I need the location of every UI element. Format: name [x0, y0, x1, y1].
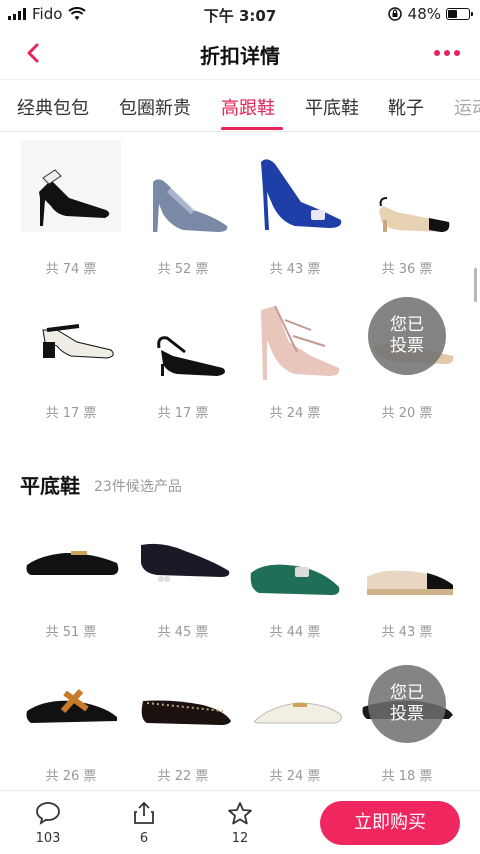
product-item[interactable]: [15, 140, 127, 232]
voted-badge-line2: 投票: [390, 704, 424, 724]
more-dot-icon: [444, 50, 450, 56]
vote-count: 共 20 票: [381, 406, 433, 421]
product-item[interactable]: [15, 290, 127, 382]
two-tone-slingback-icon: [357, 140, 457, 232]
studded-pump-icon: [245, 290, 345, 382]
velvet-slipper-icon: [133, 515, 233, 607]
voted-badge-line1: 您已: [390, 683, 424, 703]
espadrille-icon: [357, 515, 457, 607]
block-heel-slingback-icon: [21, 290, 121, 382]
product-item[interactable]: [127, 290, 239, 382]
bottom-action-bar: 103 6 12 立即购买: [0, 790, 480, 854]
slingback-heel-icon: [21, 140, 121, 232]
vote-count: 共 24 票: [269, 406, 321, 421]
vote-count: 共 44 票: [269, 625, 321, 640]
vote-count: 共 52 票: [157, 262, 209, 277]
vote-count: 共 26 票: [45, 769, 97, 784]
vote-count: 共 36 票: [381, 262, 433, 277]
vote-count: 共 22 票: [157, 769, 209, 784]
page-title: 折扣详情: [200, 44, 280, 68]
product-item[interactable]: [127, 515, 239, 607]
product-item[interactable]: [239, 515, 351, 607]
more-button[interactable]: [432, 38, 462, 68]
comment-icon: [36, 802, 60, 825]
product-item[interactable]: 您已 投票: [351, 663, 463, 755]
comment-count: 103: [35, 831, 61, 846]
category-tabs: 经典包包 包圈新贵 高跟鞋 平底鞋 靴子 运动: [0, 80, 480, 132]
battery-icon: [446, 8, 473, 20]
active-tab-indicator: [221, 127, 283, 130]
vote-count: 共 43 票: [381, 625, 433, 640]
blue-satin-pump-icon: [245, 140, 345, 232]
white-horsebit-mule-icon: [245, 663, 345, 755]
tab-sports[interactable]: 运动: [454, 94, 480, 120]
tab-classic-bags[interactable]: 经典包包: [17, 94, 89, 120]
product-item[interactable]: [351, 515, 463, 607]
horsebit-loafer-icon: [21, 515, 121, 607]
tab-boots[interactable]: 靴子: [388, 94, 424, 120]
status-right: 48%: [387, 5, 473, 23]
voted-badge-line2: 投票: [390, 336, 424, 356]
tab-flats[interactable]: 平底鞋: [305, 94, 359, 120]
vote-count: 共 45 票: [157, 625, 209, 640]
share-button[interactable]: 6: [124, 801, 164, 846]
voted-badge: 您已 投票: [368, 665, 446, 743]
glitter-pump-icon: [133, 140, 233, 238]
share-icon: [134, 801, 154, 824]
vote-count: 共 17 票: [157, 406, 209, 421]
tan-mule-icon: [21, 663, 121, 755]
vote-count: 共 24 票: [269, 769, 321, 784]
studded-ballet-flat-icon: [133, 663, 233, 755]
scrollbar[interactable]: [474, 268, 477, 302]
vote-count: 共 43 票: [269, 262, 321, 277]
star-icon: [228, 802, 252, 825]
product-item[interactable]: [15, 663, 127, 755]
section-subtitle: 23件候选产品: [94, 479, 182, 495]
product-item[interactable]: 您已 投票: [351, 290, 463, 382]
status-bar: Fido 下午 3:07 48%: [0, 0, 480, 28]
product-item[interactable]: [127, 663, 239, 755]
orientation-lock-icon: [387, 7, 402, 21]
tab-new-bags[interactable]: 包圈新贵: [119, 94, 191, 120]
buy-now-button[interactable]: 立即购买: [320, 801, 460, 845]
section-title: 平底鞋: [20, 474, 80, 498]
vote-count: 共 18 票: [381, 769, 433, 784]
more-dot-icon: [434, 50, 440, 56]
product-item[interactable]: [127, 140, 239, 238]
green-buckle-flat-icon: [245, 515, 345, 607]
vote-count: 共 51 票: [45, 625, 97, 640]
product-item[interactable]: [239, 663, 351, 755]
comment-button[interactable]: 103: [28, 801, 68, 846]
battery-percent: 48%: [407, 5, 441, 23]
product-item[interactable]: [239, 290, 351, 382]
share-count: 6: [139, 831, 149, 846]
tab-heels[interactable]: 高跟鞋: [221, 94, 275, 120]
vote-count: 共 74 票: [45, 262, 97, 277]
voted-badge: 您已 投票: [368, 297, 446, 375]
favorite-count: 12: [231, 831, 249, 846]
more-dot-icon: [454, 50, 460, 56]
voted-badge-line1: 您已: [390, 315, 424, 335]
vote-count: 共 17 票: [45, 406, 97, 421]
product-item[interactable]: [15, 515, 127, 607]
product-item[interactable]: [239, 140, 351, 232]
battery-fill: [448, 10, 457, 18]
nav-bar: 折扣详情: [0, 28, 480, 80]
product-item[interactable]: [351, 140, 463, 232]
favorite-button[interactable]: 12: [220, 801, 260, 846]
kitten-heel-slingback-icon: [133, 290, 233, 382]
